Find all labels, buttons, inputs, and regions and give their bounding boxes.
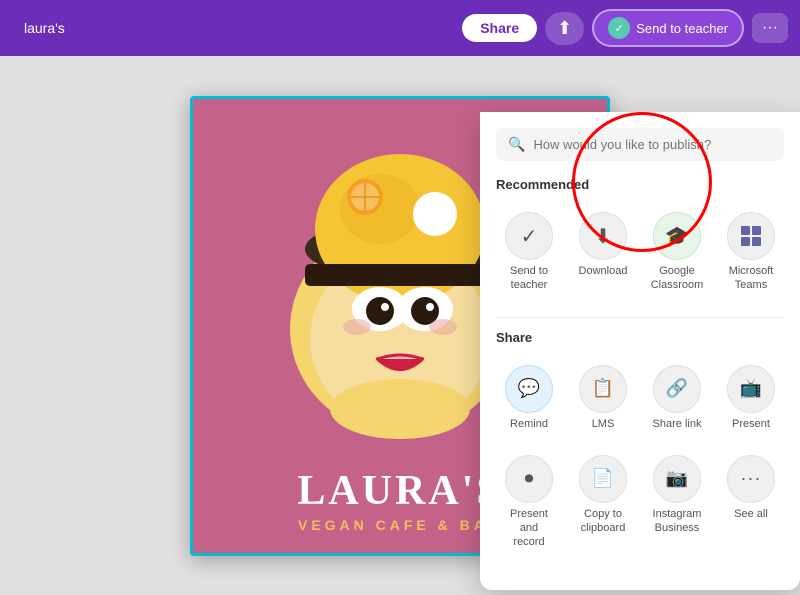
- publish-dropdown: 🔍 Recommended ✓ Send toteacher ⬇ Downloa…: [480, 112, 800, 590]
- see-all-icon-circle: ···: [727, 455, 775, 503]
- present-option-label: Present: [732, 417, 770, 431]
- remind-icon-circle: 💬: [505, 365, 553, 413]
- nav-title: laura's: [24, 20, 65, 36]
- lms-icon: 📋: [592, 378, 614, 399]
- share-link-icon: 🔗: [666, 378, 688, 399]
- present-record-icon-circle: ⏺: [505, 455, 553, 503]
- see-all-option-label: See all: [734, 507, 768, 521]
- microsoft-teams-option[interactable]: MicrosoftTeams: [718, 204, 784, 301]
- share-link-icon-circle: 🔗: [653, 365, 701, 413]
- send-to-teacher-button[interactable]: ✓ Send to teacher: [592, 9, 744, 47]
- lms-option[interactable]: 📋 LMS: [570, 357, 636, 439]
- teacher-icon: ✓: [608, 17, 630, 39]
- send-teacher-label: Send to teacher: [636, 21, 728, 36]
- instagram-icon-circle: 📷: [653, 455, 701, 503]
- design-sub-title: VEGAN CAFE & BAR: [297, 517, 502, 533]
- download-icon-circle: ⬇: [579, 212, 627, 260]
- download-option-label: Download: [579, 264, 628, 278]
- more-options-button[interactable]: ···: [752, 13, 788, 43]
- present-option[interactable]: 📺 Present: [718, 357, 784, 439]
- upload-button[interactable]: ⬆: [545, 12, 584, 45]
- share-link-option-label: Share link: [653, 417, 702, 431]
- present-record-option[interactable]: ⏺ Present andrecord: [496, 447, 562, 558]
- present-record-option-label: Present andrecord: [500, 507, 558, 550]
- present-icon-circle: 📺: [727, 365, 775, 413]
- share-grid: 💬 Remind 📋 LMS 🔗 Share link 📺: [496, 357, 784, 558]
- remind-option-label: Remind: [510, 417, 548, 431]
- google-classroom-icon-circle: 🎓: [653, 212, 701, 260]
- share-section-title: Share: [496, 330, 784, 345]
- remind-icon: 💬: [518, 378, 540, 399]
- instagram-option[interactable]: 📷 InstagramBusiness: [644, 447, 710, 558]
- see-all-option[interactable]: ··· See all: [718, 447, 784, 558]
- send-teacher-checkmark-icon: ✓: [521, 224, 538, 249]
- instagram-option-label: InstagramBusiness: [653, 507, 702, 536]
- google-classroom-icon: 🎓: [665, 224, 690, 249]
- section-divider: [496, 317, 784, 318]
- teams-icon: [741, 226, 761, 246]
- instagram-icon: 📷: [666, 468, 688, 489]
- recommended-section-title: Recommended: [496, 177, 784, 192]
- upload-icon: ⬆: [557, 18, 572, 38]
- copy-clipboard-option-label: Copy toclipboard: [581, 507, 626, 536]
- lms-option-label: LMS: [592, 417, 615, 431]
- search-input[interactable]: [533, 137, 772, 152]
- send-teacher-option-label: Send toteacher: [510, 264, 548, 293]
- copy-clipboard-icon: 📄: [592, 468, 614, 489]
- main-area: LAURA'S VEGAN CAFE & BAR 🔍 Recommended ✓…: [0, 56, 800, 595]
- download-icon: ⬇: [595, 224, 612, 249]
- navbar: laura's Share ⬆ ✓ Send to teacher ···: [0, 0, 800, 56]
- design-text-area: LAURA'S VEGAN CAFE & BAR: [297, 467, 502, 533]
- copy-clipboard-icon-circle: 📄: [579, 455, 627, 503]
- search-bar[interactable]: 🔍: [496, 128, 784, 161]
- present-icon: 📺: [740, 378, 762, 399]
- search-icon: 🔍: [508, 136, 525, 153]
- present-record-icon: ⏺: [525, 468, 534, 489]
- more-icon: ···: [762, 19, 778, 36]
- share-link-option[interactable]: 🔗 Share link: [644, 357, 710, 439]
- remind-option[interactable]: 💬 Remind: [496, 357, 562, 439]
- lms-icon-circle: 📋: [579, 365, 627, 413]
- download-option[interactable]: ⬇ Download: [570, 204, 636, 301]
- design-main-title: LAURA'S: [297, 467, 502, 515]
- send-teacher-icon-circle: ✓: [505, 212, 553, 260]
- google-classroom-option-label: GoogleClassroom: [651, 264, 704, 293]
- google-classroom-option[interactable]: 🎓 GoogleClassroom: [644, 204, 710, 301]
- microsoft-teams-icon-circle: [727, 212, 775, 260]
- copy-clipboard-option[interactable]: 📄 Copy toclipboard: [570, 447, 636, 558]
- see-all-icon: ···: [741, 468, 762, 489]
- send-to-teacher-option[interactable]: ✓ Send toteacher: [496, 204, 562, 301]
- recommended-grid: ✓ Send toteacher ⬇ Download 🎓 GoogleClas…: [496, 204, 784, 301]
- share-button[interactable]: Share: [462, 14, 537, 42]
- microsoft-teams-option-label: MicrosoftTeams: [729, 264, 774, 293]
